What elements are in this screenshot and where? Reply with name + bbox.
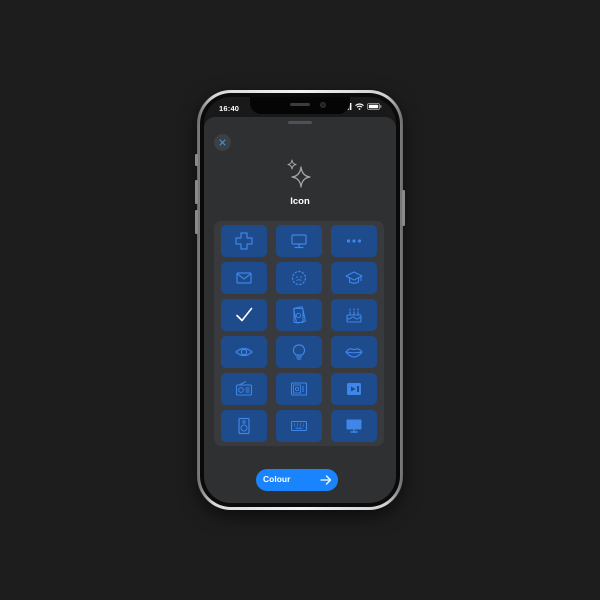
graduation-cap-icon xyxy=(345,271,363,284)
sheet-grabber[interactable] xyxy=(288,121,312,124)
icon-option-video-player[interactable] xyxy=(331,373,377,405)
keyboard-icon xyxy=(290,420,308,432)
volume-up-button xyxy=(195,180,198,204)
phone-frame: 16:40 Icon Colour xyxy=(195,90,405,510)
tv-icon xyxy=(346,419,362,433)
icon-option-eye[interactable] xyxy=(221,336,267,368)
colour-next-button[interactable]: Colour xyxy=(256,469,338,491)
arrow-right-icon xyxy=(320,475,332,485)
earpiece-speaker xyxy=(290,103,310,106)
phone-screen: 16:40 Icon Colour xyxy=(204,97,396,503)
mute-switch xyxy=(195,154,198,166)
icon-option-lightbulb[interactable] xyxy=(276,336,322,368)
front-camera xyxy=(320,102,326,108)
icon-option-graduation-cap[interactable] xyxy=(331,262,377,294)
power-button xyxy=(402,190,405,226)
wifi-icon xyxy=(355,103,364,110)
icon-option-lips[interactable] xyxy=(331,336,377,368)
icon-option-safe[interactable] xyxy=(276,373,322,405)
next-button-label: Colour xyxy=(263,474,291,484)
battery-icon xyxy=(367,103,382,110)
ellipsis-icon xyxy=(346,239,362,243)
money-icon xyxy=(293,306,306,324)
checkmark-icon xyxy=(236,307,253,322)
eye-icon xyxy=(235,347,253,357)
icon-option-face[interactable] xyxy=(276,262,322,294)
cake-icon xyxy=(346,308,362,323)
volume-down-button xyxy=(195,210,198,234)
sheet-title: Icon xyxy=(290,196,310,207)
radio-icon xyxy=(235,381,253,396)
icon-option-checkmark[interactable] xyxy=(221,299,267,331)
icon-option-tv[interactable] xyxy=(331,410,377,442)
icon-picker-sheet: Icon Colour xyxy=(204,117,396,503)
xmark-icon xyxy=(219,139,226,146)
icon-option-plus[interactable] xyxy=(221,225,267,257)
speaker-icon xyxy=(238,417,250,435)
sparkles-icon xyxy=(287,159,311,188)
icon-option-radio[interactable] xyxy=(221,373,267,405)
lightbulb-icon xyxy=(292,344,306,360)
status-time: 16:40 xyxy=(219,104,240,113)
icon-grid xyxy=(214,221,384,446)
icon-option-keyboard[interactable] xyxy=(276,410,322,442)
icon-option-envelope[interactable] xyxy=(221,262,267,294)
icon-option-money[interactable] xyxy=(276,299,322,331)
icon-option-cake[interactable] xyxy=(331,299,377,331)
video-player-icon xyxy=(347,383,361,395)
close-button[interactable] xyxy=(214,134,231,151)
safe-icon xyxy=(290,382,308,396)
plus-icon xyxy=(235,232,253,250)
notch xyxy=(250,97,350,114)
icon-option-ellipsis[interactable] xyxy=(331,225,377,257)
lips-icon xyxy=(345,348,363,358)
icon-option-speaker[interactable] xyxy=(221,410,267,442)
desktop-icon xyxy=(291,234,307,249)
envelope-icon xyxy=(236,272,252,284)
icon-option-desktop[interactable] xyxy=(276,225,322,257)
face-icon xyxy=(291,270,307,286)
